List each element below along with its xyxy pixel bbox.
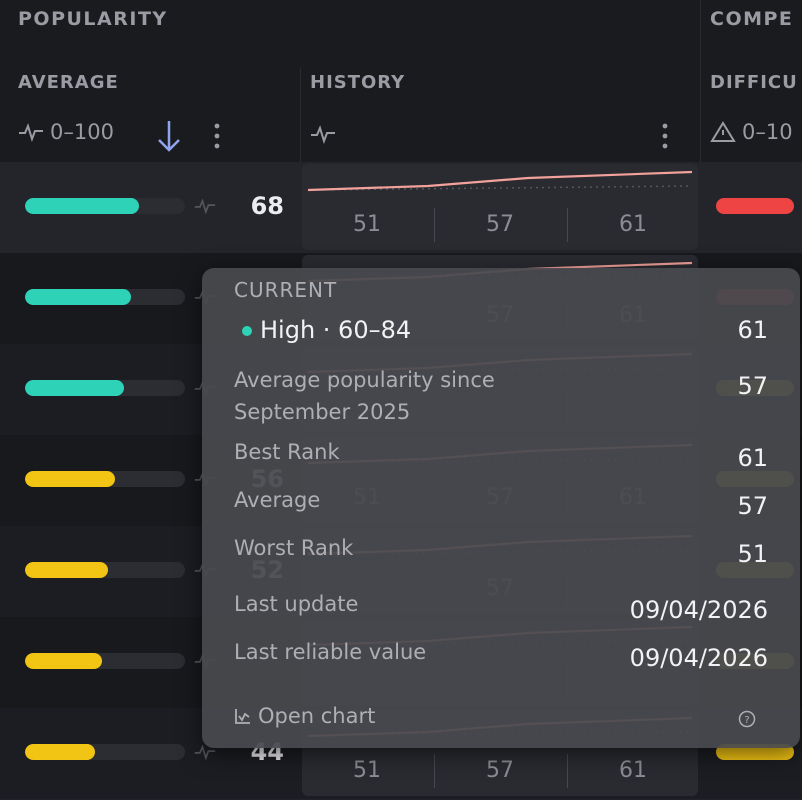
- difficulty-range-label: 0–10: [742, 120, 793, 144]
- difficulty-bar: [716, 198, 794, 214]
- difficulty-column-header[interactable]: DIFFICU: [710, 72, 798, 93]
- popularity-bar-fill: [25, 744, 96, 760]
- svg-text:?: ?: [744, 715, 749, 726]
- history-value: 51: [353, 758, 381, 783]
- popularity-bar-fill: [25, 380, 125, 396]
- history-sparkline[interactable]: 51 57 61: [302, 164, 698, 250]
- level-dot: [242, 326, 252, 336]
- popularity-bar: [25, 562, 185, 578]
- popularity-bar: [25, 744, 185, 760]
- competition-group-header: COMPE: [710, 8, 794, 30]
- average-column-header[interactable]: AVERAGE: [18, 72, 119, 93]
- history-value: 61: [619, 212, 647, 237]
- history-tooltip: CURRENT High · 60–84 61 Average populari…: [202, 268, 800, 748]
- history-separator: [434, 208, 435, 242]
- popularity-score: 68: [250, 192, 284, 220]
- popularity-bar-fill: [25, 653, 102, 669]
- worst-rank-label: Worst Rank: [234, 536, 354, 560]
- history-separator: [567, 754, 568, 788]
- popularity-bar-fill: [25, 471, 115, 487]
- popularity-bar: [25, 380, 185, 396]
- avg-since-label-line1: Average popularity since: [234, 368, 495, 392]
- best-rank-value: 61: [737, 444, 768, 472]
- pulse-icon: [19, 123, 43, 142]
- average-value: 57: [737, 492, 768, 520]
- chart-icon: [235, 709, 250, 724]
- history-value: 51: [353, 212, 381, 237]
- average-range: 0–100: [18, 120, 114, 144]
- table-row[interactable]: 68 51 57 61: [0, 162, 802, 254]
- last-update-value: 09/04/2026: [629, 596, 768, 624]
- average-range-label: 0–100: [50, 120, 114, 144]
- history-separator: [567, 208, 568, 242]
- open-chart-label: Open chart: [258, 704, 376, 728]
- difficulty-range: 0–10: [710, 120, 793, 144]
- history-trend-line: [308, 170, 693, 192]
- warning-triangle-icon: [710, 121, 736, 142]
- average-column-menu-icon[interactable]: [212, 122, 222, 150]
- history-column-header[interactable]: HISTORY: [310, 72, 405, 93]
- popularity-bar-fill: [25, 198, 139, 214]
- history-separator: [434, 754, 435, 788]
- popularity-bar-fill: [25, 562, 109, 578]
- open-chart-link[interactable]: Open chart: [234, 704, 375, 728]
- popularity-bar: [25, 653, 185, 669]
- sort-descending-icon[interactable]: [154, 118, 184, 154]
- history-pulse-icon: [311, 125, 335, 144]
- history-column-menu-icon[interactable]: [660, 122, 670, 150]
- history-value: 57: [486, 212, 514, 237]
- help-icon[interactable]: ?: [738, 710, 756, 728]
- best-rank-label: Best Rank: [234, 440, 340, 464]
- popularity-bar: [25, 198, 185, 214]
- popularity-bar-fill: [25, 289, 131, 305]
- last-update-label: Last update: [234, 592, 359, 616]
- avg-since-label-line2: September 2025: [234, 400, 411, 424]
- history-value: 57: [486, 758, 514, 783]
- avg-since-value: 57: [737, 372, 768, 400]
- trend-icon: [194, 198, 216, 215]
- popularity-bar: [25, 289, 185, 305]
- last-reliable-label: Last reliable value: [234, 640, 427, 664]
- popularity-bar: [25, 471, 185, 487]
- worst-rank-value: 51: [737, 540, 768, 568]
- current-value: 61: [737, 316, 768, 344]
- history-value: 61: [619, 758, 647, 783]
- tooltip-title: CURRENT: [234, 278, 338, 302]
- popularity-group-header: POPULARITY: [18, 8, 168, 30]
- last-reliable-value: 09/04/2026: [629, 644, 768, 672]
- current-level: High · 60–84: [260, 316, 412, 344]
- average-label: Average: [234, 488, 321, 512]
